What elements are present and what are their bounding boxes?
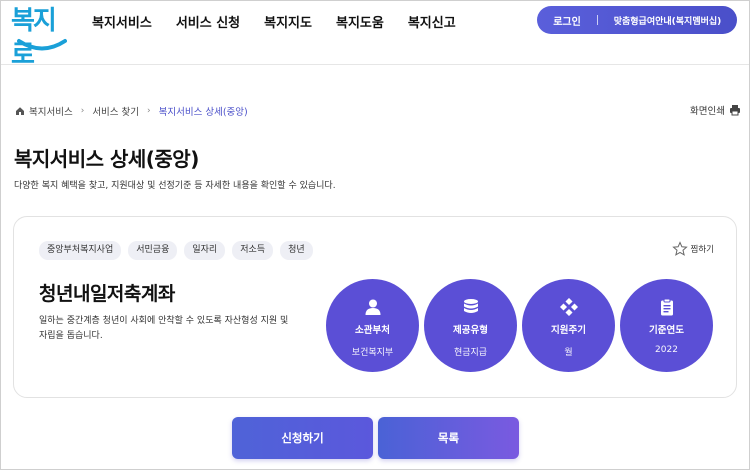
service-title: 청년내일저축계좌 [39, 283, 175, 305]
info-label: 지원주기 [551, 325, 586, 336]
info-circle-support-cycle: 지원주기 월 [522, 279, 615, 372]
list-button[interactable]: 목록 [378, 417, 519, 459]
info-label: 제공유형 [453, 325, 488, 336]
service-info-list: 소관부처 보건복지부 제공유형 현금지급 지원주기 월 기준연도 2022 [326, 279, 713, 372]
logo-smile-icon [17, 39, 67, 51]
logo[interactable]: 복지로 [11, 4, 69, 70]
info-value: 월 [564, 348, 573, 358]
nav-item-welfare-help[interactable]: 복지도움 [336, 12, 384, 31]
favorite-button[interactable]: 찜하기 [671, 241, 714, 257]
info-label: 소관부처 [355, 325, 390, 336]
clipboard-icon [660, 298, 673, 316]
star-icon [671, 241, 688, 256]
diamond-dots-icon [559, 298, 578, 316]
nav-item-welfare-map[interactable]: 복지지도 [264, 12, 312, 31]
printer-icon [729, 105, 740, 116]
nav-item-welfare-service[interactable]: 복지서비스 [92, 12, 152, 31]
top-button-group: 로그인 맞춤형급여안내(복지멤버십) [537, 6, 737, 34]
breadcrumb-item-current: 복지서비스 상세(중앙) [158, 107, 248, 118]
apply-button[interactable]: 신청하기 [232, 417, 373, 459]
tag-list: 중앙부처복지사업 서민금융 일자리 저소득 청년 [39, 241, 320, 260]
home-icon[interactable] [15, 106, 25, 116]
page-title: 복지서비스 상세(중앙) [14, 147, 199, 171]
chevron-right-icon: › [80, 106, 85, 116]
info-circle-ministry: 소관부처 보건복지부 [326, 279, 419, 372]
tag-item[interactable]: 저소득 [232, 241, 274, 260]
info-value: 2022 [655, 345, 678, 355]
chevron-right-icon: › [147, 106, 151, 116]
info-circle-base-year: 기준연도 2022 [620, 279, 713, 372]
coins-icon [463, 299, 478, 313]
print-button[interactable]: 화면인쇄 [690, 103, 741, 117]
benefit-guide-button[interactable]: 맞춤형급여안내(복지멤버십) [598, 14, 737, 27]
person-icon [365, 299, 380, 315]
breadcrumb-item-service-search[interactable]: 서비스 찾기 [92, 104, 139, 118]
breadcrumb-item-welfare-service[interactable]: 복지서비스 [29, 104, 73, 118]
main-nav: 복지서비스 서비스 신청 복지지도 복지도움 복지신고 [92, 1, 456, 41]
page-description: 다양한 복지 혜택을 찾고, 지원대상 및 선정기준 등 자세한 내용을 확인할… [14, 181, 336, 191]
nav-item-service-apply[interactable]: 서비스 신청 [176, 12, 240, 31]
service-card: 중앙부처복지사업 서민금융 일자리 저소득 청년 찜하기 청년내일저축계좌 일하… [13, 216, 737, 398]
tag-item[interactable]: 서민금융 [128, 241, 178, 260]
login-button[interactable]: 로그인 [537, 13, 597, 28]
site-header: 복지로 복지서비스 서비스 신청 복지지도 복지도움 복지신고 로그인 맞춤형급… [1, 1, 749, 70]
info-value: 현금지급 [453, 348, 488, 358]
info-value: 보건복지부 [351, 348, 394, 358]
info-label: 기준연도 [649, 325, 684, 336]
nav-item-welfare-report[interactable]: 복지신고 [408, 12, 456, 31]
tag-item[interactable]: 일자리 [184, 241, 226, 260]
favorite-label: 찜하기 [690, 245, 714, 255]
print-label: 화면인쇄 [690, 106, 725, 117]
info-circle-provision-type: 제공유형 현금지급 [424, 279, 517, 372]
service-description: 일하는 중간계층 청년이 사회에 안착할 수 있도록 자산형성 지원 및 자립을… [39, 316, 289, 341]
breadcrumb: 복지서비스 › 서비스 찾기 › 복지서비스 상세(중앙) [15, 104, 248, 118]
tag-item[interactable]: 청년 [280, 241, 313, 260]
tag-item[interactable]: 중앙부처복지사업 [39, 241, 122, 260]
